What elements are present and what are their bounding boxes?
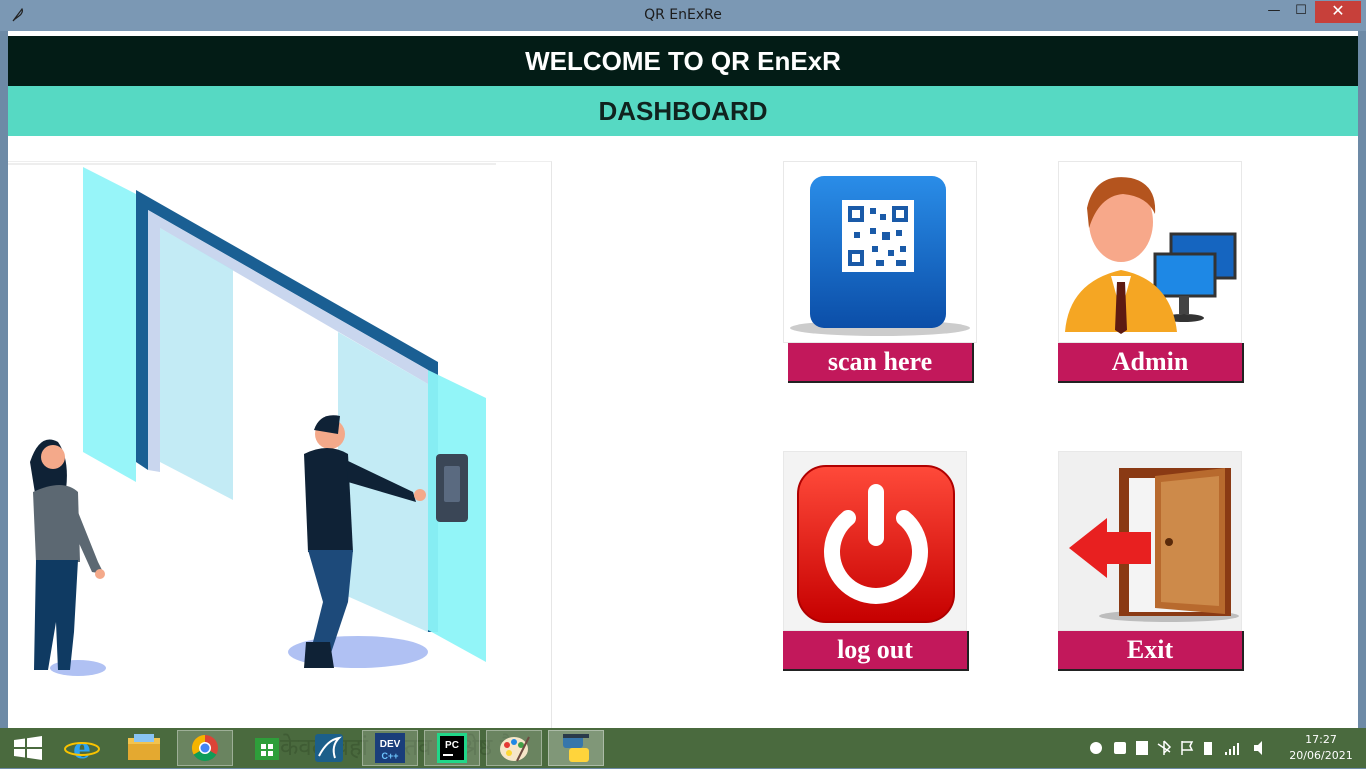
minimize-button[interactable]: — [1259, 1, 1289, 23]
scan-tile[interactable]: scan here [783, 161, 977, 383]
flag-icon [1181, 741, 1194, 755]
chrome-taskbar-item[interactable] [177, 730, 233, 766]
windows-taskbar: केवल वहां वास्तव में श्रेष्ठ है। e DEV [0, 728, 1366, 768]
display-icon [1136, 741, 1148, 755]
clock-time: 17:27 [1305, 733, 1337, 746]
system-tray [1090, 740, 1262, 755]
svg-text:e: e [73, 732, 91, 765]
welcome-banner: WELCOME TO QR EnExR [8, 36, 1358, 86]
battery-icon [1204, 742, 1212, 755]
svg-text:PC: PC [445, 740, 459, 751]
exit-button[interactable]: Exit [1058, 631, 1244, 671]
file-explorer-icon[interactable] [116, 730, 172, 766]
clock-date: 20/06/2021 [1289, 749, 1353, 762]
window-titlebar: QR EnExRe — ☐ ✕ [0, 0, 1366, 31]
maximize-button[interactable]: ☐ [1286, 1, 1316, 23]
taskbar-clock[interactable]: 17:27 20/06/2021 [1286, 732, 1356, 764]
admin-button[interactable]: Admin [1058, 343, 1244, 383]
app-window-content: WELCOME TO QR EnExR DASHBOARD scan here … [8, 31, 1358, 728]
discord-icon [1090, 742, 1102, 754]
exit-tile[interactable]: Exit [1058, 451, 1244, 673]
svg-text:C++: C++ [381, 751, 398, 761]
logout-tile[interactable]: log out [783, 451, 969, 673]
dev-cpp-icon: DEV C++ [375, 733, 405, 763]
mysql-workbench-icon[interactable] [301, 730, 357, 766]
admin-tile[interactable]: Admin [1058, 161, 1244, 383]
pycharm-taskbar-item[interactable]: PC [424, 730, 480, 766]
power-icon[interactable] [783, 451, 967, 631]
qr-code-icon[interactable] [783, 161, 977, 343]
bluetooth-icon [1157, 740, 1172, 755]
window-title: QR EnExRe [644, 7, 722, 23]
speaker-icon [1254, 741, 1262, 755]
paint-taskbar-item[interactable] [486, 730, 542, 766]
python-icon [563, 734, 589, 762]
store-icon[interactable] [239, 730, 295, 766]
entry-illustration [8, 161, 552, 728]
devcpp-taskbar-item[interactable]: DEV C++ [362, 730, 418, 766]
exit-door-icon[interactable] [1058, 451, 1242, 631]
pycharm-icon: PC [437, 733, 467, 763]
close-button[interactable]: ✕ [1315, 1, 1361, 23]
signal-icon [1225, 743, 1239, 755]
logout-button[interactable]: log out [783, 631, 969, 671]
chrome-icon [191, 734, 218, 762]
paint-palette-icon [500, 736, 530, 762]
python-taskbar-item[interactable] [548, 730, 604, 766]
scan-here-button[interactable]: scan here [788, 343, 974, 383]
start-icon[interactable] [0, 730, 56, 766]
people-entering-door-illustration [8, 163, 496, 676]
svg-text:DEV: DEV [380, 739, 401, 750]
dashboard-title: DASHBOARD [8, 86, 1358, 136]
network-share-icon [1114, 742, 1126, 754]
internet-explorer-icon[interactable]: e [54, 730, 110, 766]
admin-user-icon[interactable] [1058, 161, 1242, 343]
